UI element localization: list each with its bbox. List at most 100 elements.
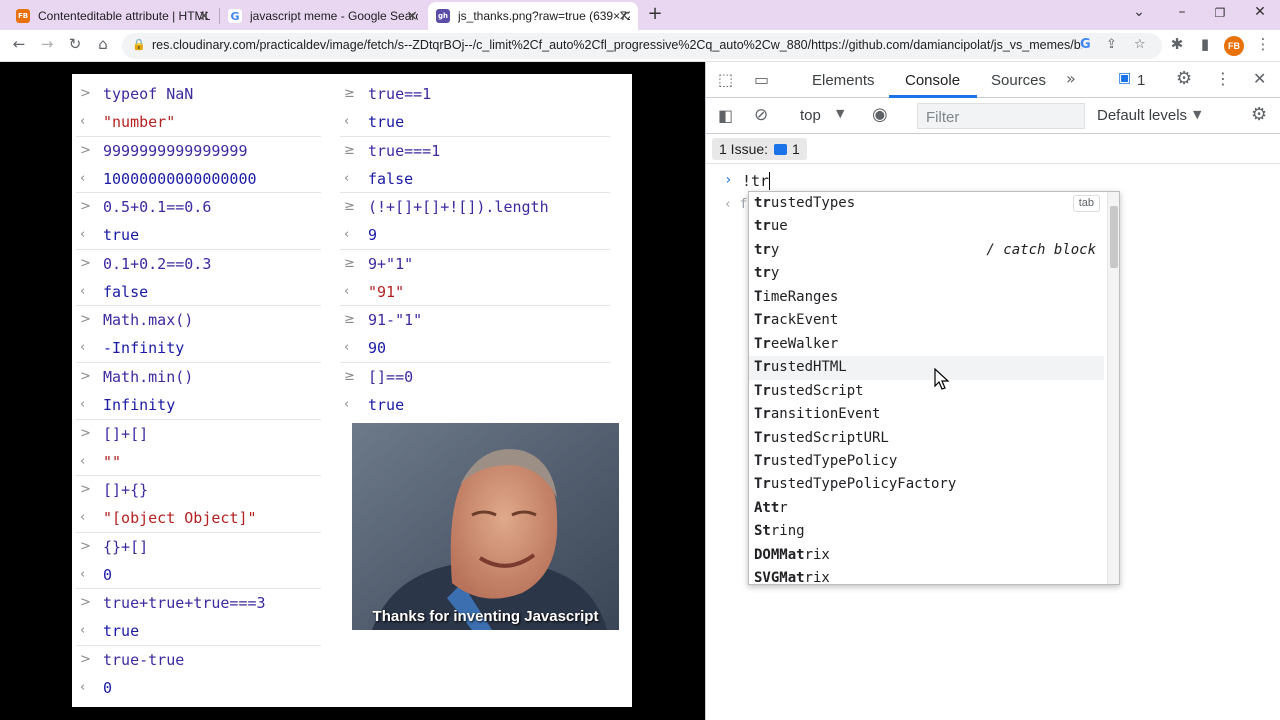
sidebar-toggle-icon[interactable]: ◧ [718, 106, 733, 125]
autocomplete-item[interactable]: TrustedScriptURL [749, 427, 1104, 450]
console-input-line: {}+[] [103, 537, 149, 556]
autocomplete-item[interactable]: TreeWalker [749, 333, 1104, 356]
autocomplete-item[interactable]: true [749, 215, 1104, 238]
filter-input[interactable]: Filter [917, 103, 1085, 129]
profile-avatar[interactable]: FB [1224, 36, 1244, 56]
input-chevron-icon: > [80, 538, 91, 554]
new-tab-button[interactable]: + [643, 3, 667, 24]
scrollbar-thumb[interactable] [1110, 206, 1118, 268]
share-icon[interactable]: ⇪ [1106, 37, 1117, 52]
output-chevron-icon: ‹ [80, 170, 86, 186]
eval-arrow-icon: ‹ [724, 197, 740, 212]
autocomplete-item[interactable]: try / catch block [749, 239, 1104, 262]
autocomplete-item[interactable]: TrustedTypePolicyFactory [749, 473, 1104, 496]
issues-button[interactable]: 1 Issue: 1 [712, 138, 807, 160]
log-levels-select[interactable]: Default levels [1097, 107, 1187, 124]
output-chevron-icon: ‹ [344, 227, 350, 243]
output-chevron-icon: ‹ [80, 283, 86, 299]
address-bar[interactable]: 🔒 res.cloudinary.com/practicaldev/image/… [122, 33, 1162, 59]
output-chevron-icon: ‹ [80, 453, 86, 469]
issues-bar: 1 Issue: 1 [706, 134, 1280, 164]
close-tab-icon[interactable]: × [618, 8, 630, 24]
console-output-line: "number" [103, 113, 176, 131]
kebab-menu-icon[interactable]: ⋮ [1252, 35, 1274, 53]
completion-suffix: imeRanges [762, 288, 839, 305]
tab-strip: FB Contenteditable attribute | HTML × G … [0, 0, 1280, 30]
autocomplete-item[interactable]: TimeRanges [749, 286, 1104, 309]
autocomplete-item[interactable]: try [749, 262, 1104, 285]
clear-console-icon[interactable]: ⊘ [754, 105, 768, 125]
tab-sources[interactable]: Sources [991, 72, 1046, 89]
console-input-line: true===1 [368, 141, 441, 160]
autocomplete-item[interactable]: TrustedTypePolicy [749, 450, 1104, 473]
autocomplete-scrollbar[interactable] [1107, 192, 1119, 584]
console-output-line: 0 [103, 679, 113, 697]
close-window-icon[interactable]: ✕ [1248, 4, 1272, 20]
image-favicon-icon: gh [436, 9, 450, 23]
text-caret [769, 172, 770, 190]
tab-contenteditable[interactable]: FB Contenteditable attribute | HTML × [8, 2, 218, 30]
device-toolbar-icon[interactable]: ▭ [754, 70, 769, 89]
console-output-line: false [368, 169, 414, 188]
autocomplete-item[interactable]: TrustedScript [749, 380, 1104, 403]
minimize-icon[interactable]: – [1170, 4, 1194, 20]
url-text[interactable]: res.cloudinary.com/practicaldev/image/fe… [152, 38, 1082, 52]
completion-suffix: r [779, 499, 788, 516]
close-tab-icon[interactable]: × [406, 8, 418, 24]
output-chevron-icon: ‹ [344, 114, 350, 129]
chevron-down-icon: ▼ [1193, 108, 1202, 121]
tab-label: javascript meme - Google Search [250, 9, 418, 23]
input-chevron-icon: > [80, 255, 91, 271]
console-output-line: 9 [368, 226, 378, 245]
close-devtools-icon[interactable]: ✕ [1253, 69, 1266, 88]
google-lens-icon[interactable]: G [1080, 37, 1091, 52]
extensions-puzzle-icon[interactable]: ✱ [1166, 35, 1188, 53]
tab-console[interactable]: Console [905, 72, 960, 89]
match-prefix: St [754, 523, 771, 540]
tab-js-thanks[interactable]: gh js_thanks.png?raw=true (639×72 × [428, 2, 638, 30]
input-chevron-icon: > [80, 199, 91, 215]
side-panel-icon[interactable]: ▮ [1194, 35, 1216, 53]
input-chevron-icon: > [80, 369, 91, 384]
autocomplete-item[interactable]: Attr [749, 497, 1104, 520]
console-output-line: true [103, 226, 140, 245]
match-prefix: tr [754, 265, 771, 282]
forward-arrow-icon[interactable]: → [36, 35, 58, 53]
live-expression-eye-icon[interactable]: ◉ [872, 104, 888, 125]
completion-suffix: ring [770, 523, 805, 540]
home-icon[interactable]: ⌂ [92, 35, 114, 53]
bookmark-star-icon[interactable]: ☆ [1134, 37, 1146, 52]
autocomplete-item[interactable]: String [749, 520, 1104, 543]
issues-count-badge[interactable]: 1 [1137, 72, 1145, 89]
autocomplete-item[interactable]: TrustedHTML [749, 356, 1104, 380]
autocomplete-item[interactable]: TrackEvent [749, 309, 1104, 332]
console-input-line: true==1 [368, 85, 432, 103]
console-input[interactable]: !tr [742, 172, 769, 190]
restore-icon[interactable]: ❐ [1208, 6, 1232, 20]
tab-google-search[interactable]: G javascript meme - Google Search × [220, 2, 426, 30]
match-prefix: DOMMat [754, 546, 805, 563]
match-prefix: SVGMat [754, 570, 805, 585]
tab-elements[interactable]: Elements [812, 72, 875, 89]
kebab-menu-icon[interactable]: ⋮ [1215, 69, 1231, 88]
settings-gear-icon[interactable]: ⚙ [1176, 68, 1192, 89]
inspect-element-icon[interactable]: ⬚ [718, 70, 733, 89]
match-prefix: Tr [754, 429, 771, 446]
autocomplete-item[interactable]: DOMMatrix [749, 544, 1104, 567]
console-settings-gear-icon[interactable]: ⚙ [1251, 104, 1267, 125]
autocomplete-item[interactable]: trustedTypes tab [749, 192, 1104, 215]
issues-message-icon[interactable]: ▣ [1118, 70, 1131, 86]
console-output-line: 10000000000000000 [103, 169, 257, 188]
autocomplete-item[interactable]: SVGMatrix [749, 567, 1104, 585]
console-output-line: true [368, 113, 405, 131]
console-input-line: 91-"1" [368, 311, 423, 330]
close-tab-icon[interactable]: × [198, 8, 210, 24]
row-divider [76, 588, 321, 590]
tab-search-icon[interactable]: ⌄ [1127, 4, 1151, 20]
more-tabs-icon[interactable]: » [1066, 69, 1076, 88]
reload-icon[interactable]: ↻ [64, 35, 86, 53]
smiling-man-illustration [352, 423, 619, 630]
autocomplete-item[interactable]: TransitionEvent [749, 403, 1104, 426]
context-select[interactable]: top [800, 107, 821, 124]
back-arrow-icon[interactable]: ← [8, 35, 30, 53]
